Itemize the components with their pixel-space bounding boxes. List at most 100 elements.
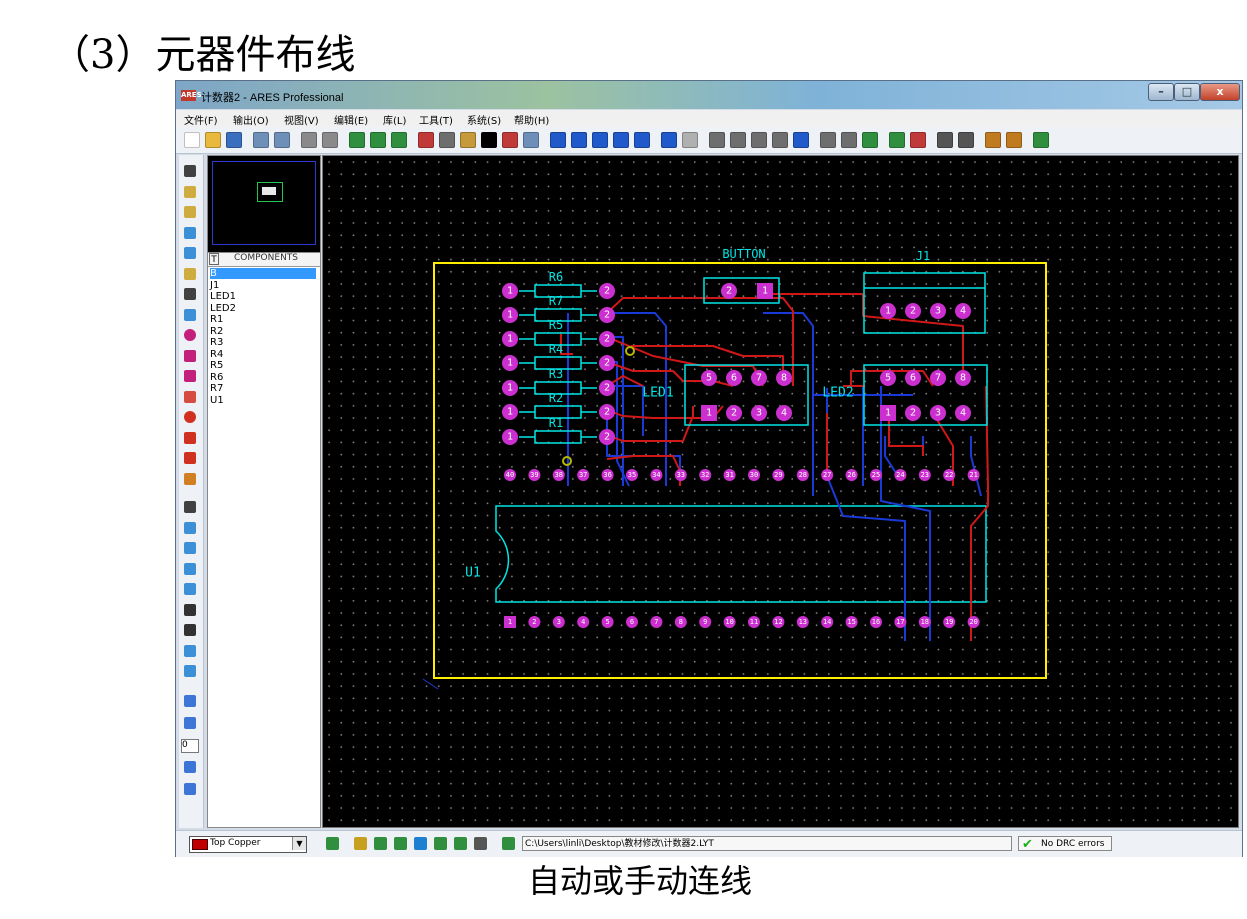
pcb-pad[interactable]: 27	[821, 469, 834, 481]
rect-pad-icon[interactable]	[184, 431, 196, 444]
menu-view[interactable]: 视图(V)	[284, 112, 319, 127]
pad-number[interactable]: 36	[603, 471, 611, 479]
pcb-pad[interactable]: 3	[930, 303, 946, 319]
pcb-pad[interactable]: 35	[626, 469, 638, 481]
pad-number[interactable]: 5	[706, 373, 712, 384]
pcb-pad[interactable]: 6	[726, 370, 742, 386]
origin-icon[interactable]	[502, 132, 518, 148]
pad-number[interactable]: 37	[579, 471, 587, 479]
pcb-pad[interactable]: 2	[905, 405, 921, 421]
pad-number[interactable]: 27	[823, 471, 831, 479]
pcb-pad[interactable]: 1	[757, 283, 773, 299]
pad-number[interactable]: 2	[604, 310, 610, 321]
import-icon[interactable]	[253, 132, 269, 148]
pad-number[interactable]: 38	[555, 471, 563, 479]
round-pad-icon[interactable]	[184, 329, 196, 341]
zoom-all-icon[interactable]	[613, 132, 629, 148]
pad-number[interactable]: 2	[910, 306, 916, 317]
pcb-pad[interactable]: 39	[528, 469, 541, 481]
polygon-pad-icon[interactable]	[184, 452, 196, 464]
pcb-pad[interactable]: 25	[870, 469, 882, 481]
component-list-item[interactable]: R2	[210, 326, 316, 337]
pcb-pad[interactable]: 14	[821, 616, 834, 628]
pad-number[interactable]: 1	[762, 286, 768, 297]
pcb-pad[interactable]: 5	[601, 616, 614, 628]
via-icon[interactable]	[184, 247, 196, 259]
pad-number[interactable]: 31	[725, 471, 733, 479]
grid-icon[interactable]	[439, 132, 455, 148]
marker-icon[interactable]	[184, 644, 196, 657]
pad-number[interactable]: 14	[823, 618, 831, 626]
pcb-pad[interactable]: 10	[723, 616, 736, 628]
pad-number[interactable]: 3	[935, 306, 941, 317]
pcb-pad[interactable]: 8	[776, 370, 792, 386]
pad-number[interactable]: 18	[921, 618, 929, 626]
pcb-3d-icon[interactable]	[1033, 132, 1049, 148]
pcb-pad[interactable]: 2	[528, 616, 541, 628]
autorouter-icon[interactable]	[862, 132, 878, 148]
ratsnest-mode-icon[interactable]	[474, 837, 487, 850]
pcb-pad[interactable]: 13	[796, 616, 809, 628]
pcb-pad[interactable]: 37	[577, 469, 590, 481]
pad-number[interactable]: 25	[872, 471, 880, 479]
pcb-pad[interactable]: 31	[723, 469, 736, 481]
pad-number[interactable]: 28	[799, 471, 807, 479]
ratsnest-icon[interactable]	[184, 288, 196, 300]
pad-number[interactable]: 2	[604, 407, 610, 418]
pcb-pad[interactable]: 29	[772, 469, 785, 481]
pad-number[interactable]: 13	[799, 618, 807, 626]
pcb-pad[interactable]: 1	[701, 405, 717, 421]
block-delete-icon[interactable]	[772, 132, 788, 148]
pcb-pad[interactable]: 4	[955, 405, 971, 421]
track-icon[interactable]	[184, 226, 196, 239]
pad-number[interactable]: 16	[872, 618, 880, 626]
pcb-pad[interactable]: 30	[748, 469, 760, 481]
menu-tools[interactable]: 工具(T)	[419, 112, 453, 127]
pcb-pad[interactable]: 9	[699, 616, 712, 628]
edge-pad-icon[interactable]	[184, 390, 196, 403]
pad-number[interactable]: 5	[605, 618, 609, 626]
component-list-item[interactable]: U1	[210, 395, 316, 406]
print-icon[interactable]	[301, 132, 317, 148]
text-icon[interactable]	[184, 603, 196, 616]
pcb-pad[interactable]: 2	[599, 331, 615, 347]
pick-icon[interactable]	[793, 132, 809, 148]
box-icon[interactable]	[184, 521, 196, 534]
pad-number[interactable]: 1	[507, 334, 513, 345]
pcb-pad[interactable]: 17	[894, 616, 907, 628]
mirror-y-icon[interactable]	[184, 783, 196, 795]
component-list-item[interactable]: R1	[210, 314, 316, 325]
maximize-button[interactable]: □	[1174, 83, 1200, 101]
pad-number[interactable]: 2	[604, 432, 610, 443]
pad-number[interactable]: 1	[507, 310, 513, 321]
pcb-pad[interactable]: 19	[943, 616, 956, 628]
pad-number[interactable]: 19	[945, 618, 953, 626]
pad-number[interactable]: 33	[677, 471, 685, 479]
circle-icon[interactable]	[184, 542, 196, 554]
pcb-pad[interactable]: 34	[650, 469, 663, 481]
pad-number[interactable]: 6	[630, 618, 634, 626]
pad-number[interactable]: 4	[781, 408, 787, 419]
pcb-pad[interactable]: 33	[674, 469, 687, 481]
pad-number[interactable]: 3	[935, 408, 941, 419]
ratsnest-icon[interactable]	[985, 132, 1001, 148]
rotate-ccw-icon[interactable]	[184, 717, 196, 729]
pcb-pad[interactable]: 2	[905, 303, 921, 319]
block-rotate-icon[interactable]	[751, 132, 767, 148]
pcb-pad[interactable]: 7	[751, 370, 767, 386]
track-mode-icon[interactable]	[414, 837, 427, 850]
export-icon[interactable]	[274, 132, 290, 148]
pcb-pad[interactable]: 1	[880, 405, 896, 421]
menu-help[interactable]: 帮助(H)	[514, 112, 549, 127]
pad-number[interactable]: 6	[910, 373, 916, 384]
pad-number[interactable]: 11	[750, 618, 758, 626]
pcb-pad[interactable]: 1	[502, 380, 518, 396]
selection-icon[interactable]	[184, 165, 196, 177]
layer-stack-icon[interactable]	[326, 837, 339, 850]
pcb-pad[interactable]: 6	[905, 370, 921, 386]
connection-mode-icon[interactable]	[502, 837, 515, 850]
pcb-pad[interactable]: 1	[502, 283, 518, 299]
pcb-pad[interactable]: 23	[918, 469, 931, 481]
pad-number[interactable]: 6	[731, 373, 737, 384]
package-icon[interactable]	[820, 132, 836, 148]
